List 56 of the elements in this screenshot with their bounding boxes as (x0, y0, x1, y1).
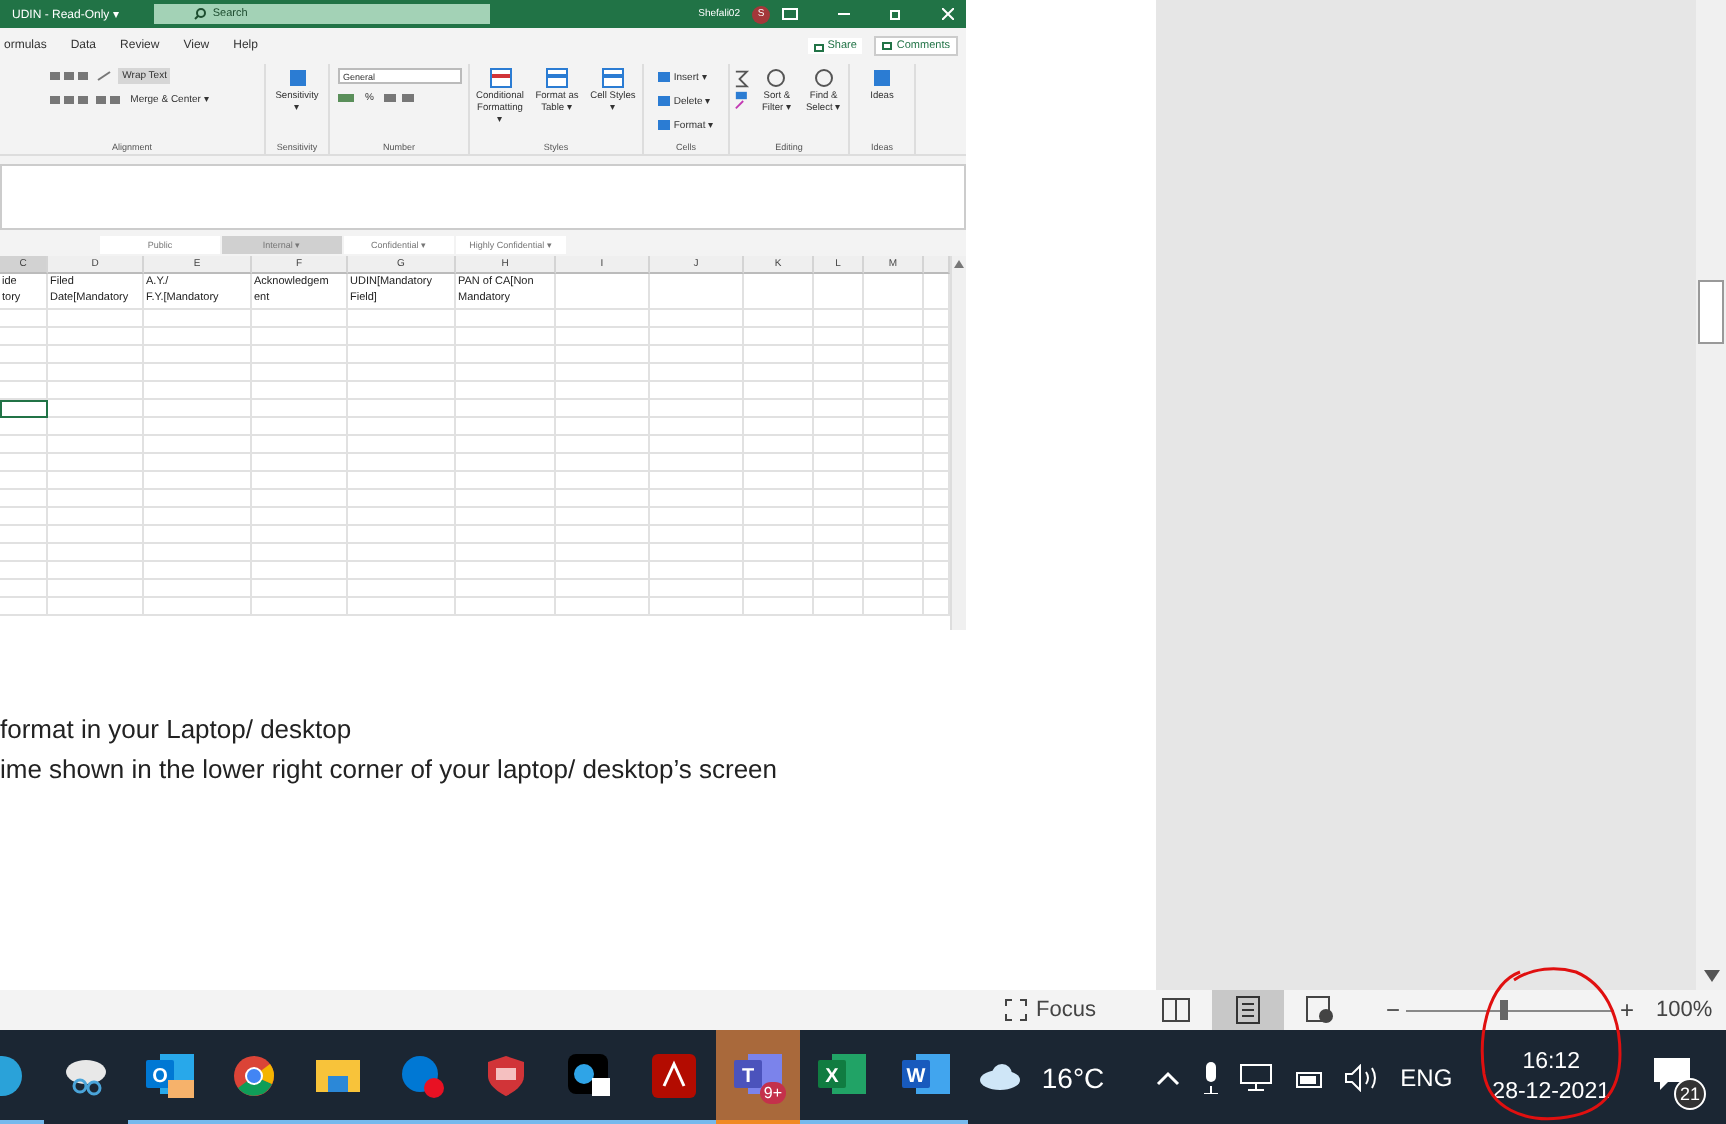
chrome-icon (232, 1053, 276, 1097)
document-text: format in your Laptop/ desktop (0, 714, 354, 744)
speaker-icon (1344, 1063, 1381, 1091)
skype-icon (398, 1051, 446, 1099)
scroll-down-icon (1703, 970, 1719, 982)
language-indicator[interactable]: ENG (1400, 1063, 1453, 1091)
folder-icon (316, 1055, 360, 1095)
cells-icon (657, 72, 670, 82)
taskbar-app[interactable]: T 9+ (716, 1030, 800, 1124)
focus-button[interactable]: Focus (1004, 998, 1096, 1022)
notification-badge: 9+ (759, 1082, 786, 1104)
cells-icon (657, 96, 670, 106)
view-button[interactable] (1211, 990, 1284, 1030)
zoom-out-button[interactable]: − (1379, 996, 1406, 1024)
taskbar-app[interactable]: O (128, 1030, 212, 1124)
active-cell[interactable] (0, 400, 48, 418)
taskbar-app[interactable]: W (884, 1030, 968, 1124)
zoom-level: 100% (1656, 998, 1713, 1022)
align-icon (50, 93, 91, 105)
network-icon (1240, 1063, 1273, 1091)
app-icon (568, 1053, 612, 1097)
sort-filter-icon (766, 68, 787, 88)
cloud-icon (977, 1063, 1022, 1091)
weather-temperature[interactable]: 16°C (1041, 1061, 1105, 1093)
ribbon-display-icon (782, 8, 798, 20)
document-text: ime shown in the lower right corner of your laptop/ desktop’s screen (0, 754, 780, 784)
orientation-icon (96, 70, 113, 82)
comment-icon (882, 41, 893, 51)
sum-icon (734, 68, 751, 112)
search-icon (194, 8, 207, 20)
print-layout-icon (1235, 996, 1260, 1024)
microphone-icon (1200, 1061, 1221, 1093)
web-layout-icon (1305, 996, 1334, 1024)
shield-icon (486, 1053, 526, 1097)
align-icon (50, 70, 91, 82)
indent-icon (96, 93, 121, 105)
focus-icon (1004, 998, 1028, 1022)
search-icon (813, 68, 834, 88)
scroll-up-icon (954, 260, 964, 268)
close-icon (942, 8, 954, 20)
ribbon-icon (872, 68, 892, 88)
restore-icon (890, 8, 902, 20)
share-icon (813, 41, 824, 51)
clock[interactable]: 16:12 28-12-2021 (1492, 1047, 1610, 1107)
chevron-up-icon (1156, 1069, 1181, 1085)
read-mode-icon (1161, 998, 1190, 1022)
zoom-slider-thumb[interactable] (1499, 1000, 1508, 1020)
pdf-icon (652, 1053, 696, 1097)
currency-icon (337, 92, 355, 104)
cells-icon (657, 120, 670, 130)
ribbon-icon (287, 68, 307, 88)
scrollbar-thumb[interactable] (1698, 280, 1724, 344)
zoom-in-button[interactable]: + (1613, 996, 1640, 1024)
minimize-icon (838, 8, 850, 20)
taskbar-app[interactable]: X (800, 1030, 884, 1124)
decimal-icon (383, 92, 416, 104)
